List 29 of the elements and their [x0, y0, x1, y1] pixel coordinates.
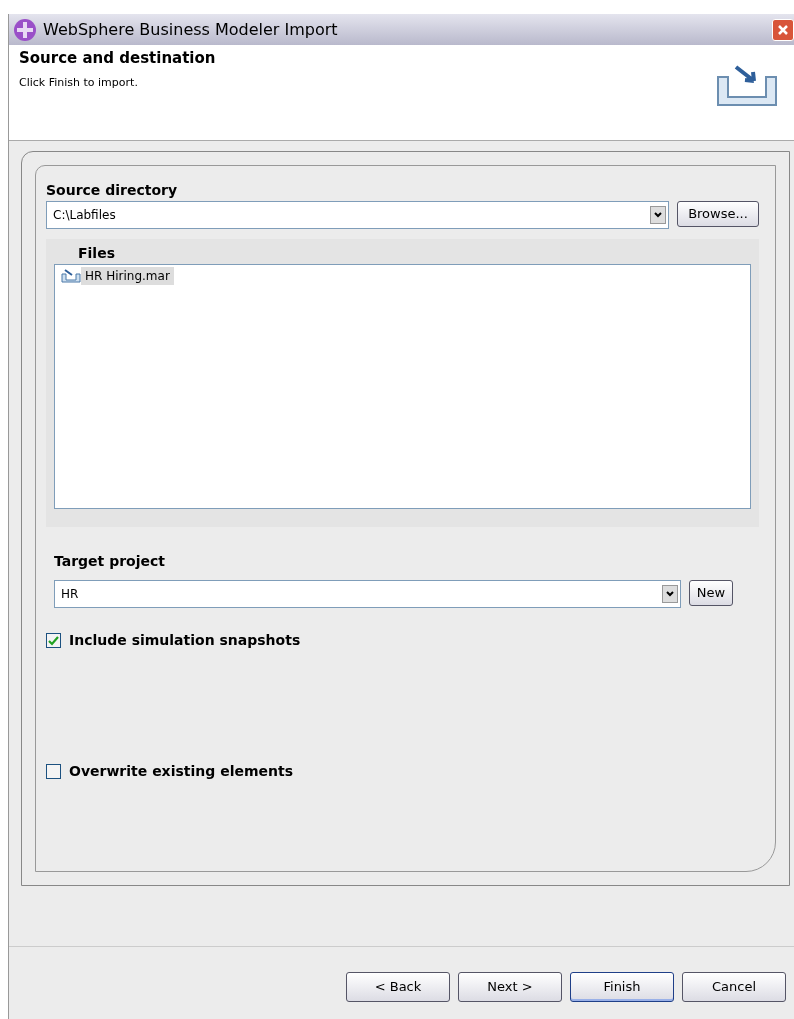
wizard-button[interactable]: < Back	[346, 972, 450, 1002]
import-icon	[714, 65, 780, 107]
chevron-icon	[654, 212, 662, 218]
group-label: Files	[78, 244, 116, 263]
field-label: Target project	[54, 552, 166, 571]
wizard-button[interactable]: Finish	[570, 972, 674, 1002]
close-button[interactable]	[772, 18, 794, 41]
field-label: Source directory	[46, 181, 179, 200]
check-icon	[48, 635, 59, 646]
dropdown-button[interactable]	[650, 206, 666, 224]
page-title: Source and destination	[19, 49, 217, 67]
source-directory-combo[interactable]: C:\Labfiles	[46, 201, 669, 229]
target-project-combo[interactable]: HR	[54, 580, 681, 608]
checkbox[interactable]	[46, 633, 61, 648]
page-description: Click Finish to import.	[19, 75, 139, 91]
checkbox[interactable]	[46, 764, 61, 779]
dropdown-button[interactable]	[662, 585, 678, 603]
window-title: WebSphere Business Modeler Import	[43, 18, 338, 41]
browse-button[interactable]: Browse...	[677, 201, 759, 227]
checkbox-label: Overwrite existing elements	[69, 762, 293, 781]
new-button[interactable]: New	[689, 580, 733, 606]
wizard-button[interactable]: Next >	[458, 972, 562, 1002]
app-icon	[13, 17, 37, 42]
file-icon	[61, 269, 81, 283]
file-item[interactable]: HR Hiring.mar	[81, 267, 174, 285]
wizard-button[interactable]: Cancel	[682, 972, 786, 1002]
chevron-icon	[666, 591, 674, 597]
close-icon	[777, 23, 789, 36]
checkbox-label: Include simulation snapshots	[69, 631, 301, 650]
